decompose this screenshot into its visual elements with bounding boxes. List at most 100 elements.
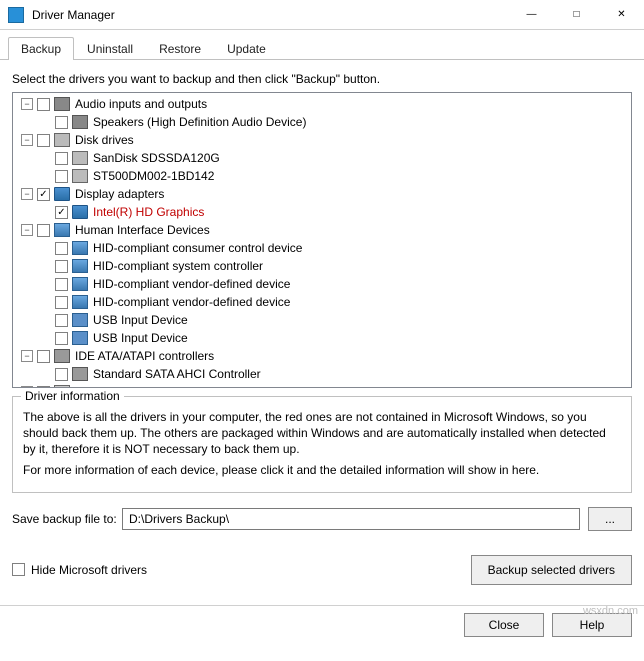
ide-icon [54, 349, 70, 363]
tree-label: Human Interface Devices [74, 223, 210, 237]
tree-node[interactable]: ST500DM002-1BD142 [13, 167, 631, 185]
tree-node[interactable]: SanDisk SDSSDA120G [13, 149, 631, 167]
hid-icon [72, 259, 88, 273]
speaker-icon [54, 97, 70, 111]
collapse-icon[interactable]: − [21, 224, 33, 236]
tab-backup[interactable]: Backup [8, 37, 74, 60]
disk-icon [72, 151, 88, 165]
window-title: Driver Manager [32, 8, 115, 22]
dialog-footer: Close Help [0, 605, 644, 645]
tree-node[interactable]: HID-compliant vendor-defined device [13, 275, 631, 293]
tree-checkbox[interactable] [37, 98, 50, 111]
tree-label: USB Input Device [92, 331, 188, 345]
tree-checkbox[interactable] [37, 224, 50, 237]
tree-checkbox[interactable] [37, 350, 50, 363]
options-row: Hide Microsoft drivers Backup selected d… [12, 555, 632, 585]
tree-label: USB Input Device [92, 313, 188, 327]
tree-label: HID-compliant vendor-defined device [92, 295, 290, 309]
maximize-button[interactable]: □ [554, 0, 599, 29]
tree-label: ST500DM002-1BD142 [92, 169, 214, 183]
tree-checkbox[interactable] [55, 260, 68, 273]
tree-label: HID-compliant consumer control device [92, 241, 302, 255]
tree-checkbox[interactable] [55, 278, 68, 291]
tree-checkbox[interactable] [55, 242, 68, 255]
disk-icon [54, 133, 70, 147]
tree-label: HID-compliant system controller [92, 259, 263, 273]
driver-info-legend: Driver information [21, 389, 124, 403]
close-button[interactable]: Close [464, 613, 544, 637]
tab-uninstall[interactable]: Uninstall [74, 37, 146, 60]
tree-label: IDE ATA/ATAPI controllers [74, 349, 214, 363]
usb-icon [72, 331, 88, 345]
save-path-row: Save backup file to: ... [12, 507, 632, 531]
collapse-icon[interactable]: − [21, 386, 33, 388]
hid-icon [72, 277, 88, 291]
tree-checkbox[interactable] [37, 188, 50, 201]
collapse-icon[interactable]: − [21, 350, 33, 362]
help-button[interactable]: Help [552, 613, 632, 637]
driver-tree[interactable]: − Audio inputs and outputs Speakers (High … [12, 92, 632, 388]
collapse-icon[interactable]: − [21, 134, 33, 146]
tree-node[interactable]: − Human Interface Devices [13, 221, 631, 239]
tree-node[interactable]: USB Input Device [13, 311, 631, 329]
tab-bar: BackupUninstallRestoreUpdate [0, 30, 644, 60]
tab-update[interactable]: Update [214, 37, 279, 60]
monitor-icon [72, 205, 88, 219]
tree-label: Intel(R) HD Graphics [92, 205, 204, 219]
minimize-button[interactable]: — [509, 0, 554, 29]
driver-info-group: Driver information The above is all the … [12, 396, 632, 493]
tree-label: Standard SATA AHCI Controller [92, 367, 261, 381]
browse-button[interactable]: ... [588, 507, 632, 531]
driver-info-para2: For more information of each device, ple… [23, 462, 621, 478]
tree-node[interactable]: − Keyboards [13, 383, 631, 388]
tab-content: Select the drivers you want to backup an… [0, 60, 644, 593]
tree-checkbox[interactable] [55, 332, 68, 345]
tree-label: Disk drives [74, 133, 134, 147]
tree-node[interactable]: Standard SATA AHCI Controller [13, 365, 631, 383]
tree-node[interactable]: HID-compliant system controller [13, 257, 631, 275]
tree-label: Speakers (High Definition Audio Device) [92, 115, 306, 129]
tree-checkbox[interactable] [37, 134, 50, 147]
monitor-icon [54, 187, 70, 201]
tab-restore[interactable]: Restore [146, 37, 214, 60]
hid-icon [72, 295, 88, 309]
tree-node[interactable]: Intel(R) HD Graphics [13, 203, 631, 221]
keyboard-icon [54, 385, 70, 388]
tree-checkbox[interactable] [55, 314, 68, 327]
tree-node[interactable]: HID-compliant consumer control device [13, 239, 631, 257]
hide-ms-label: Hide Microsoft drivers [31, 563, 147, 577]
tree-node[interactable]: HID-compliant vendor-defined device [13, 293, 631, 311]
ide-icon [72, 367, 88, 381]
save-path-input[interactable] [122, 508, 580, 530]
tree-node[interactable]: − Disk drives [13, 131, 631, 149]
driver-info-para1: The above is all the drivers in your com… [23, 409, 621, 458]
collapse-icon[interactable]: − [21, 98, 33, 110]
tree-checkbox[interactable] [37, 386, 50, 389]
hide-ms-checkbox[interactable] [12, 563, 25, 576]
tree-label: Keyboards [74, 385, 132, 388]
close-window-button[interactable]: ✕ [599, 0, 644, 29]
tree-checkbox[interactable] [55, 368, 68, 381]
tree-label: Audio inputs and outputs [74, 97, 207, 111]
tree-label: SanDisk SDSSDA120G [92, 151, 220, 165]
tree-checkbox[interactable] [55, 296, 68, 309]
tree-node[interactable]: Speakers (High Definition Audio Device) [13, 113, 631, 131]
tree-node[interactable]: − Audio inputs and outputs [13, 95, 631, 113]
tree-label: Display adapters [74, 187, 164, 201]
backup-selected-button[interactable]: Backup selected drivers [471, 555, 632, 585]
app-icon [8, 7, 24, 23]
tree-node[interactable]: − Display adapters [13, 185, 631, 203]
tree-node[interactable]: − IDE ATA/ATAPI controllers [13, 347, 631, 365]
tree-checkbox[interactable] [55, 152, 68, 165]
hid-icon [54, 223, 70, 237]
instruction-text: Select the drivers you want to backup an… [12, 72, 632, 86]
titlebar: Driver Manager — □ ✕ [0, 0, 644, 30]
tree-label: HID-compliant vendor-defined device [92, 277, 290, 291]
disk-icon [72, 169, 88, 183]
collapse-icon[interactable]: − [21, 188, 33, 200]
tree-checkbox[interactable] [55, 206, 68, 219]
speaker-icon [72, 115, 88, 129]
tree-checkbox[interactable] [55, 116, 68, 129]
tree-checkbox[interactable] [55, 170, 68, 183]
tree-node[interactable]: USB Input Device [13, 329, 631, 347]
